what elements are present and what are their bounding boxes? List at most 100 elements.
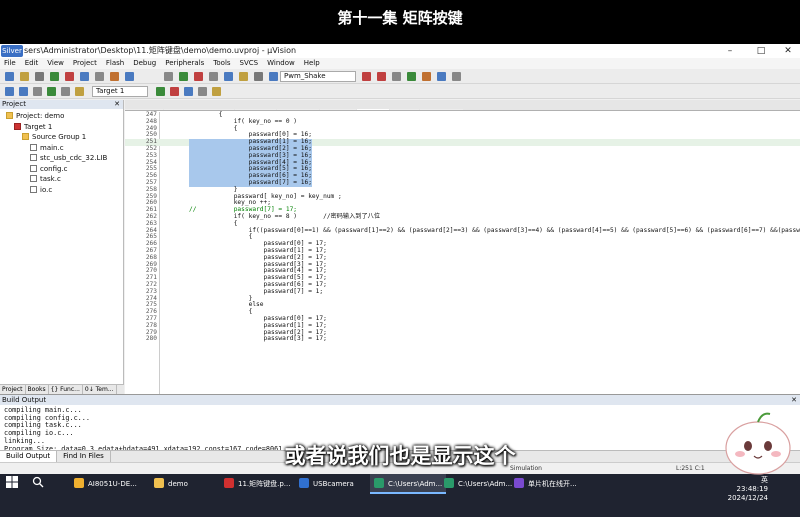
build-line: compiling main.c... xyxy=(4,406,82,414)
build-toolbar-icon[interactable] xyxy=(75,87,84,96)
start-icon[interactable] xyxy=(6,474,20,494)
tree-item[interactable]: Project: demo xyxy=(0,111,123,122)
menu-view[interactable]: View xyxy=(47,59,64,67)
taskbar-app-label: USBcamera xyxy=(313,480,354,488)
editor-tab[interactable]: io.c* xyxy=(357,109,389,111)
build-output-title: Build Output xyxy=(2,396,47,404)
taskbar-app[interactable]: 单片机在线开... xyxy=(510,474,581,494)
toolbar-icon[interactable] xyxy=(224,72,233,81)
search-icon[interactable] xyxy=(32,474,46,494)
toolbar-icon[interactable] xyxy=(239,72,248,81)
close-button[interactable]: ✕ xyxy=(778,44,798,58)
toolbar-icon[interactable] xyxy=(407,72,416,81)
toolbar-icon[interactable] xyxy=(35,72,44,81)
toolbar-icon[interactable] xyxy=(377,72,386,81)
toolbar-icon[interactable] xyxy=(254,72,263,81)
build-toolbar-icon[interactable] xyxy=(184,87,193,96)
toolbar-icon[interactable] xyxy=(452,72,461,81)
editor-tab[interactable]: task.c xyxy=(320,109,357,110)
taskbar-app[interactable]: USBcamera xyxy=(295,474,358,494)
taskbar-app[interactable]: demo xyxy=(150,474,192,494)
tree-item[interactable]: main.c xyxy=(0,143,123,154)
editor-tab[interactable]: AI_usb.h xyxy=(419,109,463,111)
build-toolbar-icon[interactable] xyxy=(33,87,42,96)
menu-window[interactable]: Window xyxy=(267,59,295,67)
tree-item[interactable]: config.c xyxy=(0,164,123,175)
toolbar-icon[interactable] xyxy=(65,72,74,81)
build-toolbar-icon[interactable] xyxy=(170,87,179,96)
toolbar-icon[interactable] xyxy=(80,72,89,81)
taskbar-app[interactable]: 11.矩阵键盘.p... xyxy=(220,474,294,494)
toolbar-icon[interactable] xyxy=(179,72,188,81)
menu-help[interactable]: Help xyxy=(304,59,320,67)
file-icon xyxy=(361,110,367,111)
toolbar-icon[interactable] xyxy=(50,72,59,81)
editor-tab-label: AI_usb.h xyxy=(433,110,458,111)
find-combo[interactable]: Pwm_Shake xyxy=(280,71,356,82)
taskbar-app[interactable]: AI8051U-DE... xyxy=(70,474,141,494)
taskbar-app-label: demo xyxy=(168,480,188,488)
minimize-button[interactable]: – xyxy=(720,44,740,58)
toolbar-icon[interactable] xyxy=(20,72,29,81)
taskbar-app[interactable]: C:\Users\Adm... xyxy=(440,474,516,494)
toolbar-icon[interactable] xyxy=(95,72,104,81)
build-toolbar-icon[interactable] xyxy=(198,87,207,96)
build-toolbar-icon[interactable] xyxy=(61,87,70,96)
build-toolbar-icon[interactable] xyxy=(5,87,14,96)
editor-tab[interactable]: config.h xyxy=(277,109,320,111)
project-tab[interactable]: Books xyxy=(26,385,49,394)
editor-tab[interactable]: main.c xyxy=(125,109,164,110)
menu-peripherals[interactable]: Peripherals xyxy=(165,59,204,67)
close-icon[interactable]: ✕ xyxy=(791,395,797,405)
menu-flash[interactable]: Flash xyxy=(106,59,124,67)
editor-tab-label: io.c* xyxy=(370,110,383,111)
project-tab[interactable]: Project xyxy=(0,385,26,394)
app-icon xyxy=(299,478,309,488)
toolbar-icon[interactable] xyxy=(437,72,446,81)
folder-icon xyxy=(22,133,29,140)
toolbar-icon[interactable] xyxy=(362,72,371,81)
build-toolbar-icon[interactable] xyxy=(19,87,28,96)
tree-item[interactable]: Source Group 1 xyxy=(0,132,123,143)
toolbar-icon[interactable] xyxy=(422,72,431,81)
menu-file[interactable]: File xyxy=(4,59,16,67)
target-select[interactable]: Target 1 xyxy=(92,86,148,97)
file-icon xyxy=(30,185,37,193)
toolbar-icon[interactable] xyxy=(392,72,401,81)
toolbar-icon[interactable] xyxy=(5,72,14,81)
ime-indicator[interactable]: 英 xyxy=(761,476,768,484)
tree-item[interactable]: stc_usb_cdc_32.LIB xyxy=(0,153,123,164)
editor-tab[interactable]: io.h xyxy=(389,109,419,110)
build-toolbar-icon[interactable] xyxy=(47,87,56,96)
file-icon xyxy=(281,110,287,111)
editor-tab[interactable]: config.c xyxy=(234,109,277,110)
menu-svcs[interactable]: SVCS xyxy=(240,59,259,67)
tree-item[interactable]: io.c xyxy=(0,185,123,196)
maximize-button[interactable]: □ xyxy=(751,44,771,58)
menu-tools[interactable]: Tools xyxy=(213,59,230,67)
toolbar-icon[interactable] xyxy=(269,72,278,81)
project-tab[interactable]: {} Func... xyxy=(49,385,83,394)
project-tab[interactable]: 0↓ Tem... xyxy=(83,385,117,394)
close-icon[interactable]: ✕ xyxy=(114,100,120,109)
toolbar-icon[interactable] xyxy=(164,72,173,81)
menu-project[interactable]: Project xyxy=(73,59,97,67)
tree-item[interactable]: task.c xyxy=(0,174,123,185)
build-toolbar-icon[interactable] xyxy=(212,87,221,96)
code-area[interactable]: 247 {248 if( key_no == 0 ) 249 {250 passw… xyxy=(125,111,800,394)
file-icon xyxy=(424,110,430,111)
taskbar-app-label: 单片机在线开... xyxy=(528,480,577,488)
menu-edit[interactable]: Edit xyxy=(25,59,39,67)
build-toolbar-icon[interactable] xyxy=(156,87,165,96)
app-icon xyxy=(154,478,164,488)
clock-date[interactable]: 2024/12/24 xyxy=(728,494,768,502)
code-line: 280 passward[3] = 17; xyxy=(125,336,800,343)
tree-item[interactable]: Target 1 xyxy=(0,122,123,133)
clock-time[interactable]: 23:48:19 xyxy=(737,485,768,493)
taskbar-app[interactable]: C:\Users\Adm... xyxy=(370,474,447,494)
toolbar-icon[interactable] xyxy=(209,72,218,81)
menu-debug[interactable]: Debug xyxy=(133,59,156,67)
toolbar-icon[interactable] xyxy=(125,72,134,81)
toolbar-icon[interactable] xyxy=(110,72,119,81)
toolbar-icon[interactable] xyxy=(194,72,203,81)
